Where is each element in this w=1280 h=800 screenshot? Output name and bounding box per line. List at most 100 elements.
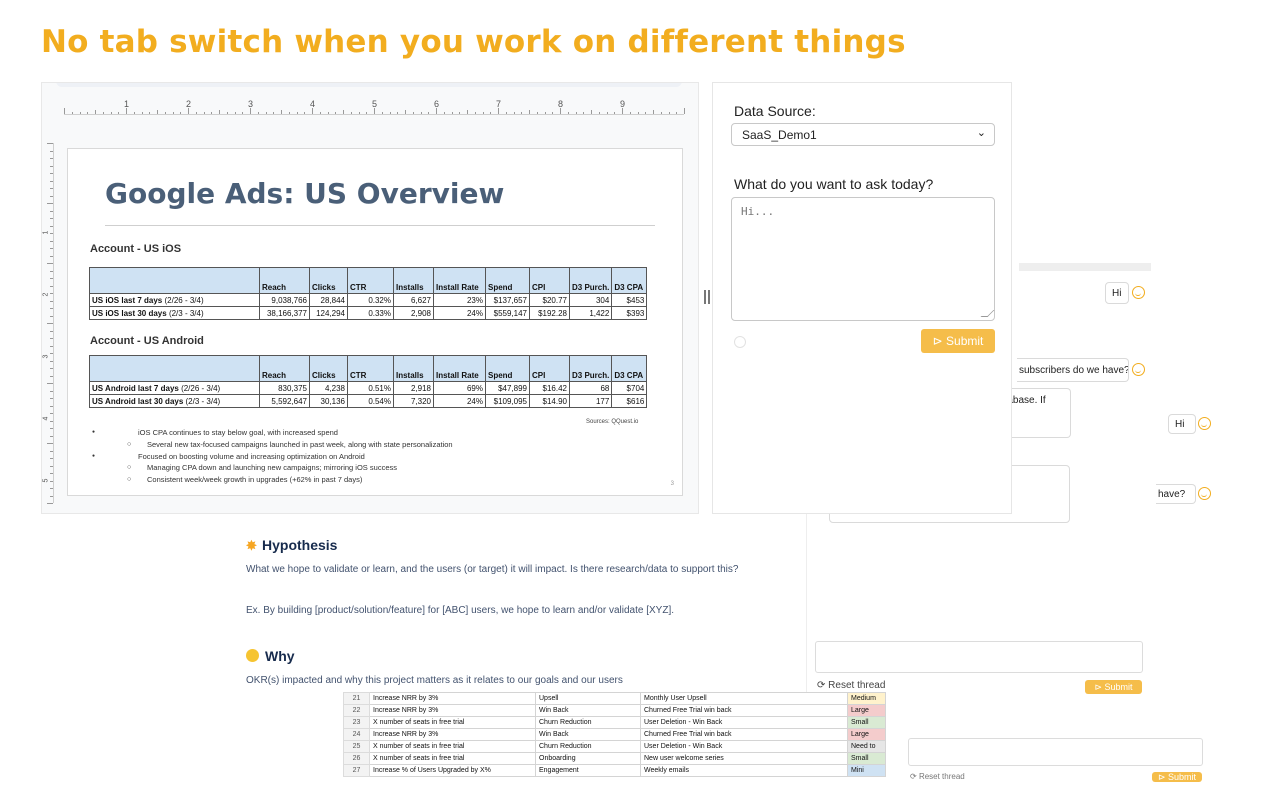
ruler-tick: [50, 240, 53, 242]
table-cell[interactable]: User Deletion - Win Back: [640, 740, 848, 753]
table-cell: $616: [611, 394, 648, 408]
table-cell[interactable]: X number of seats in free trial: [369, 716, 536, 729]
slides-editor: 1 2 3 4 5 6 7 8 9 1 2 3 4 5 Google Ads: US Overview …: [41, 82, 699, 514]
table-cell[interactable]: Increase NRR by 3%: [369, 692, 536, 705]
table-row[interactable]: 23 X number of seats in free trial Churn R…: [343, 716, 886, 729]
table-row[interactable]: 24 Increase NRR by 3% Win Back Churned Free…: [343, 728, 886, 741]
submit-button[interactable]: ⊳ Submit: [1085, 680, 1142, 694]
ruler-tick: [389, 112, 391, 114]
ruler-tick: [428, 112, 430, 114]
ruler-tick: [567, 112, 569, 114]
table-cell: 69%: [433, 381, 486, 395]
ruler-tick: [490, 112, 492, 114]
ruler-tick: [552, 112, 554, 114]
table-cell: 4,238: [309, 381, 348, 395]
table-row[interactable]: 22 Increase NRR by 3% Win Back Churned Free…: [343, 704, 886, 717]
thinking-face-icon: [246, 649, 259, 662]
chat-input[interactable]: [908, 738, 1203, 766]
project-spreadsheet: 21 Increase NRR by 3% Upsell Monthly User U…: [343, 692, 886, 782]
table-cell[interactable]: Weekly emails: [640, 764, 848, 777]
column-header: Install Rate: [433, 355, 486, 382]
table-row[interactable]: 27 Increase % of Users Upgraded by X% Enga…: [343, 764, 886, 777]
table-cell[interactable]: X number of seats in free trial: [369, 740, 536, 753]
column-header: CPI: [529, 267, 570, 294]
table-cell[interactable]: Monthly User Upsell: [640, 692, 848, 705]
table-cell[interactable]: Increase NRR by 3%: [369, 728, 536, 741]
ruler-tick: [226, 112, 228, 114]
chat-bubble-user: Hi: [1105, 282, 1129, 304]
table-cell[interactable]: Small: [847, 716, 886, 729]
ruler-tick: [684, 108, 685, 114]
table-cell[interactable]: Engagement: [535, 764, 641, 777]
reset-thread-button[interactable]: ⟳ Reset thread: [910, 772, 965, 781]
ruler-tick: [521, 112, 523, 114]
table-cell[interactable]: Large: [847, 704, 886, 717]
table-cell[interactable]: Onboarding: [535, 752, 641, 765]
ruler-tick: [482, 112, 484, 114]
table-cell[interactable]: Churn Reduction: [535, 740, 641, 753]
table-cell: 24%: [433, 394, 486, 408]
table-cell: 68: [568, 381, 613, 395]
table-cell[interactable]: X number of seats in free trial: [369, 752, 536, 765]
table-cell[interactable]: Increase % of Users Upgraded by X%: [369, 764, 536, 777]
question-label: What do you want to ask today?: [734, 176, 934, 192]
table-cell: $192.28: [529, 306, 570, 320]
column-header: CTR: [347, 355, 394, 382]
row-number: 23: [343, 716, 370, 729]
submit-button[interactable]: ⊳ Submit: [921, 329, 995, 353]
ruler-tick: [591, 110, 592, 114]
table-cell[interactable]: Churned Free Trial win back: [640, 704, 848, 717]
table-cell[interactable]: Churned Free Trial win back: [640, 728, 848, 741]
slide-bullets: iOS CPA continues to stay below goal, wi…: [92, 427, 453, 486]
ruler-tick: [47, 323, 53, 324]
ruler-tick: [50, 225, 53, 227]
table-cell[interactable]: Small: [847, 752, 886, 765]
table-row[interactable]: 25 X number of seats in free trial Churn R…: [343, 740, 886, 753]
row-number: 21: [343, 692, 370, 705]
chat-bubble-user: subscribers do we have?: [1017, 358, 1129, 382]
table-row[interactable]: 26 X number of seats in free trial Onboard…: [343, 752, 886, 765]
ruler-tick: [529, 110, 530, 114]
table-cell[interactable]: Upsell: [535, 692, 641, 705]
table-cell[interactable]: Win Back: [535, 704, 641, 717]
table-cell[interactable]: Win Back: [535, 728, 641, 741]
row-number: 26: [343, 752, 370, 765]
ruler-tick: [50, 480, 53, 482]
ruler-tick: [50, 150, 53, 152]
ruler-tick: [50, 435, 53, 437]
table-cell[interactable]: Mini: [847, 764, 886, 777]
table-row[interactable]: 21 Increase NRR by 3% Upsell Monthly User U…: [343, 692, 886, 705]
resize-grip-icon[interactable]: [980, 310, 995, 317]
ruler-tick: [50, 180, 53, 182]
ruler-tick: [474, 112, 476, 114]
table-cell[interactable]: Large: [847, 728, 886, 741]
slide-canvas[interactable]: Google Ads: US Overview Account - US iOS…: [67, 148, 683, 496]
table-cell[interactable]: Need to: [847, 740, 886, 753]
data-source-select[interactable]: SaaS_Demo1 ⌄: [731, 123, 995, 146]
table-cell[interactable]: Medium: [847, 692, 886, 705]
table-row: US Android last 7 days (2/26 - 3/4) 830,3…: [89, 381, 648, 395]
row-date-range: (2/3 - 3/4): [168, 308, 204, 318]
table-cell[interactable]: Increase NRR by 3%: [369, 704, 536, 717]
panel-resize-handle[interactable]: [704, 290, 710, 304]
ruler-number: 2: [42, 292, 50, 297]
ruler-tick: [637, 112, 639, 114]
table-cell: 0.54%: [347, 394, 394, 408]
chat-input[interactable]: [815, 641, 1143, 673]
submit-button[interactable]: ⊳ Submit: [1152, 772, 1202, 782]
ruler-tick: [234, 112, 236, 114]
reset-thread-button[interactable]: ⟳ Reset thread: [817, 680, 885, 691]
column-header: [89, 355, 260, 382]
table-cell: 830,375: [259, 381, 310, 395]
table-cell[interactable]: New user welcome series: [640, 752, 848, 765]
question-textarea[interactable]: Hi...: [731, 197, 995, 321]
ruler-tick: [273, 112, 275, 114]
ruler-tick: [420, 112, 422, 114]
ruler-tick: [405, 110, 406, 114]
ruler-tick: [660, 112, 662, 114]
ruler-tick: [50, 353, 53, 354]
table-cell[interactable]: Churn Reduction: [535, 716, 641, 729]
ruler-tick: [676, 112, 678, 114]
ruler-tick: [335, 112, 337, 114]
table-cell[interactable]: User Deletion - Win Back: [640, 716, 848, 729]
